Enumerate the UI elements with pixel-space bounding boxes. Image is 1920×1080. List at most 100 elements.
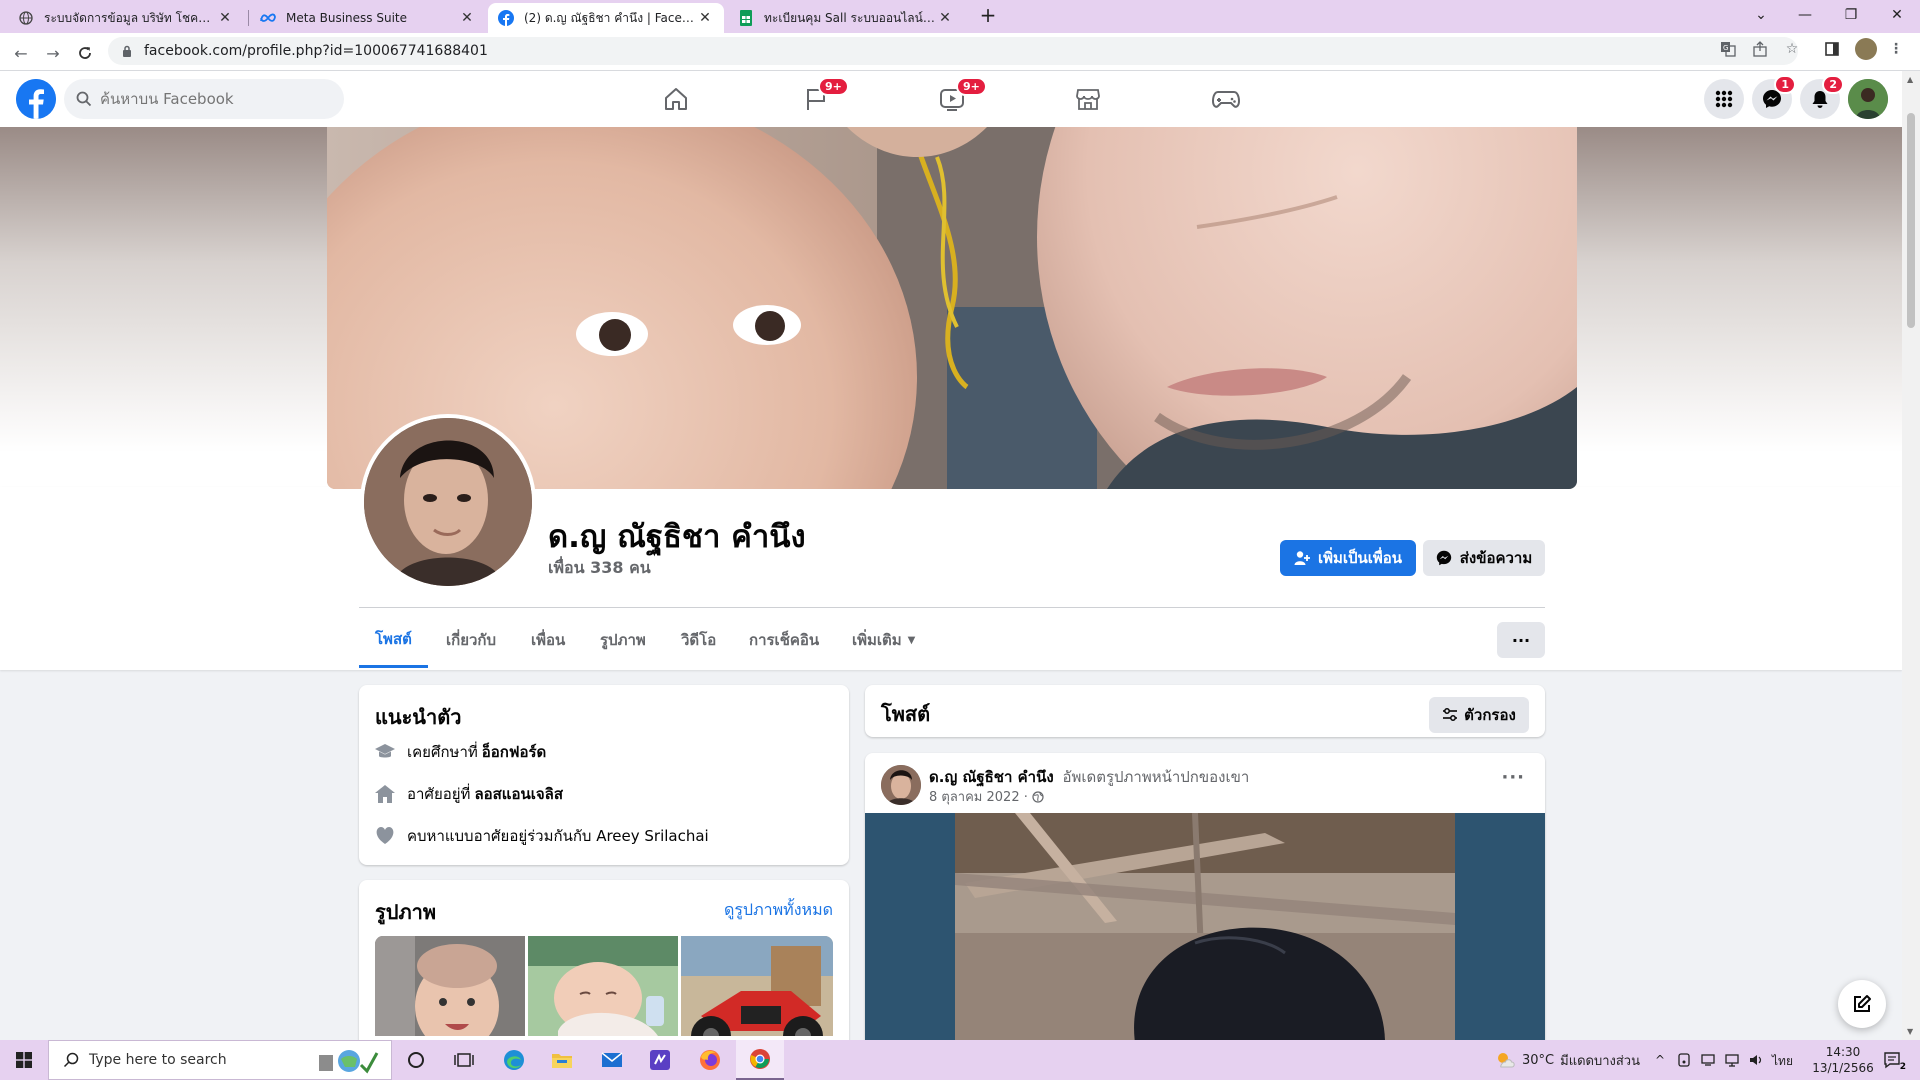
profile-name: ด.ญ ณัฐธิชา คำนึง (548, 519, 806, 555)
account-avatar[interactable] (1848, 79, 1888, 119)
back-button[interactable]: ← (8, 40, 34, 66)
share-icon[interactable] (1750, 39, 1770, 59)
close-window-button[interactable]: ✕ (1874, 0, 1920, 30)
translate-icon[interactable]: G (1718, 39, 1738, 59)
close-icon[interactable]: ✕ (696, 10, 714, 26)
taskbar-firefox[interactable] (686, 1040, 734, 1080)
taskbar-edge[interactable] (490, 1040, 538, 1080)
facebook-logo[interactable] (16, 79, 56, 119)
browser-tab-4[interactable]: ทะเบียนคุม Sall ระบบออนไลน์.xlsx - G ✕ (728, 3, 964, 33)
browser-tab-3[interactable]: (2) ด.ญ ณัฐธิชา คำนึง | Facebook ✕ (488, 3, 724, 33)
add-friend-icon (1294, 551, 1310, 565)
tab-label: (2) ด.ญ ณัฐธิชา คำนึง | Facebook (524, 10, 696, 25)
tab-videos[interactable]: วิดีโอ (665, 612, 732, 668)
photos-title: รูปภาพ (375, 900, 437, 924)
facebook-search-box[interactable] (64, 79, 344, 119)
post-image[interactable] (865, 813, 1545, 1040)
taskbar-chrome[interactable] (736, 1040, 784, 1080)
taskbar-mail[interactable] (588, 1040, 636, 1080)
tray-app-icon[interactable] (1676, 1052, 1692, 1068)
photo-thumbnail[interactable] (375, 936, 525, 1036)
search-highlight-icon (315, 1047, 381, 1079)
tab-search-chevron-icon[interactable]: ⌄ (1738, 0, 1784, 30)
marketplace-icon (1076, 89, 1100, 110)
facebook-search-input[interactable] (100, 90, 320, 108)
send-message-button[interactable]: ส่งข้อความ (1423, 540, 1545, 576)
network-icon[interactable] (1724, 1052, 1740, 1068)
tab-photos[interactable]: รูปภาพ (584, 612, 662, 668)
start-button[interactable] (0, 1040, 48, 1080)
nav-gaming[interactable] (1170, 71, 1282, 127)
intro-relationship: คบหาแบบอาศัยอยู่ร่วมกันกับ Areey Srilach… (375, 824, 709, 848)
weather-widget[interactable]: 30°C มีแดดบางส่วน (1494, 1040, 1640, 1080)
browser-tab-1[interactable]: ระบบจัดการข้อมูล บริษัท โชคลูกเลิฟต ✕ (8, 3, 244, 33)
taskbar-app-purple[interactable] (636, 1040, 684, 1080)
tab-label: เพิ่มเติม (852, 631, 902, 649)
tab-about[interactable]: เกี่ยวกับ (430, 612, 512, 668)
taskbar-file-explorer[interactable] (538, 1040, 586, 1080)
close-icon[interactable]: ✕ (458, 10, 476, 26)
nav-marketplace[interactable] (1032, 71, 1144, 127)
photo-thumbnail[interactable] (528, 936, 678, 1036)
more-options-button[interactable]: ··· (1497, 622, 1545, 658)
photo-thumbnail[interactable] (681, 936, 833, 1036)
show-hidden-icons-chevron-icon[interactable]: ^ (1652, 1052, 1668, 1068)
reload-icon (79, 47, 91, 59)
forward-button[interactable]: → (40, 40, 66, 66)
notifications-button[interactable]: 2 (1800, 75, 1844, 119)
add-friend-button[interactable]: เพิ่มเป็นเพื่อน (1280, 540, 1416, 576)
volume-icon[interactable] (1748, 1052, 1764, 1068)
menu-button[interactable] (1704, 79, 1744, 119)
new-message-button[interactable] (1838, 980, 1886, 1028)
action-center-button[interactable]: 2 (1880, 1048, 1906, 1072)
scroll-down-arrow-icon[interactable]: ▼ (1907, 1027, 1913, 1036)
clock-date: 13/1/2566 (1812, 1061, 1874, 1075)
cortana-button[interactable] (392, 1040, 440, 1080)
chrome-icon (750, 1049, 770, 1069)
close-icon[interactable]: ✕ (216, 10, 234, 26)
url-bar[interactable]: facebook.com/profile.php?id=100067741688… (108, 37, 1798, 65)
education-value[interactable]: อ็อกฟอร์ด (482, 740, 547, 764)
browser-tab-bar: ระบบจัดการข้อมูล บริษัท โชคลูกเลิฟต ✕ Me… (0, 0, 1920, 33)
tab-friends[interactable]: เพื่อน (515, 612, 581, 668)
task-view-button[interactable] (440, 1040, 488, 1080)
browser-menu-icon[interactable]: ⋮ (1886, 39, 1906, 59)
scroll-up-arrow-icon[interactable]: ▲ (1907, 75, 1913, 84)
minimize-button[interactable]: — (1782, 0, 1828, 30)
bookmark-star-icon[interactable]: ☆ (1782, 39, 1802, 59)
sun-cloud-icon (1498, 1053, 1515, 1068)
nav-groups[interactable]: 9+ (760, 71, 872, 127)
close-icon[interactable]: ✕ (936, 10, 954, 26)
tab-checkins[interactable]: การเช็คอิน (733, 612, 835, 668)
see-all-photos-link[interactable]: ดูรูปภาพทั้งหมด (724, 898, 833, 923)
browser-profile-avatar[interactable] (1855, 38, 1877, 60)
messenger-button[interactable]: 1 (1752, 75, 1796, 119)
taskbar-clock[interactable]: 14:30 13/1/2566 (1808, 1044, 1878, 1076)
side-panel-icon[interactable] (1822, 39, 1842, 59)
cover-photo[interactable] (327, 127, 1577, 489)
nav-watch[interactable]: 9+ (896, 71, 1008, 127)
filter-button[interactable]: ตัวกรอง (1429, 697, 1529, 733)
scrollbar-thumb[interactable] (1907, 113, 1915, 328)
new-tab-button[interactable]: + (974, 0, 1002, 30)
friends-count[interactable]: เพื่อน 338 คน (548, 556, 651, 581)
profile-picture[interactable] (360, 414, 536, 590)
restore-button[interactable]: ❐ (1828, 0, 1874, 30)
nav-home[interactable] (620, 71, 732, 127)
page-scrollbar[interactable]: ▲ ▼ (1902, 71, 1920, 1040)
browser-tab-2[interactable]: Meta Business Suite ✕ (250, 3, 486, 33)
notification-badge: 9+ (956, 77, 987, 96)
firefox-icon (700, 1050, 720, 1070)
lives-value[interactable]: ลอสแอนเจลิส (474, 782, 563, 806)
tray-display-icon[interactable] (1700, 1052, 1716, 1068)
post-author-name[interactable]: ด.ญ ณัฐธิชา คำนึง (929, 768, 1054, 786)
tab-posts[interactable]: โพสต์ (359, 612, 428, 668)
post-options-button[interactable]: ··· (1501, 767, 1525, 788)
notification-count: 2 (1899, 1062, 1906, 1072)
post-author-avatar[interactable] (881, 765, 921, 805)
taskbar-search-box[interactable]: Type here to search (48, 1040, 392, 1080)
input-language[interactable]: ไทย (1772, 1052, 1793, 1071)
tab-more[interactable]: เพิ่มเติม ▼ (836, 612, 931, 668)
post-timestamp[interactable]: 8 ตุลาคม 2022 · (929, 786, 1044, 807)
reload-button[interactable] (72, 40, 98, 66)
